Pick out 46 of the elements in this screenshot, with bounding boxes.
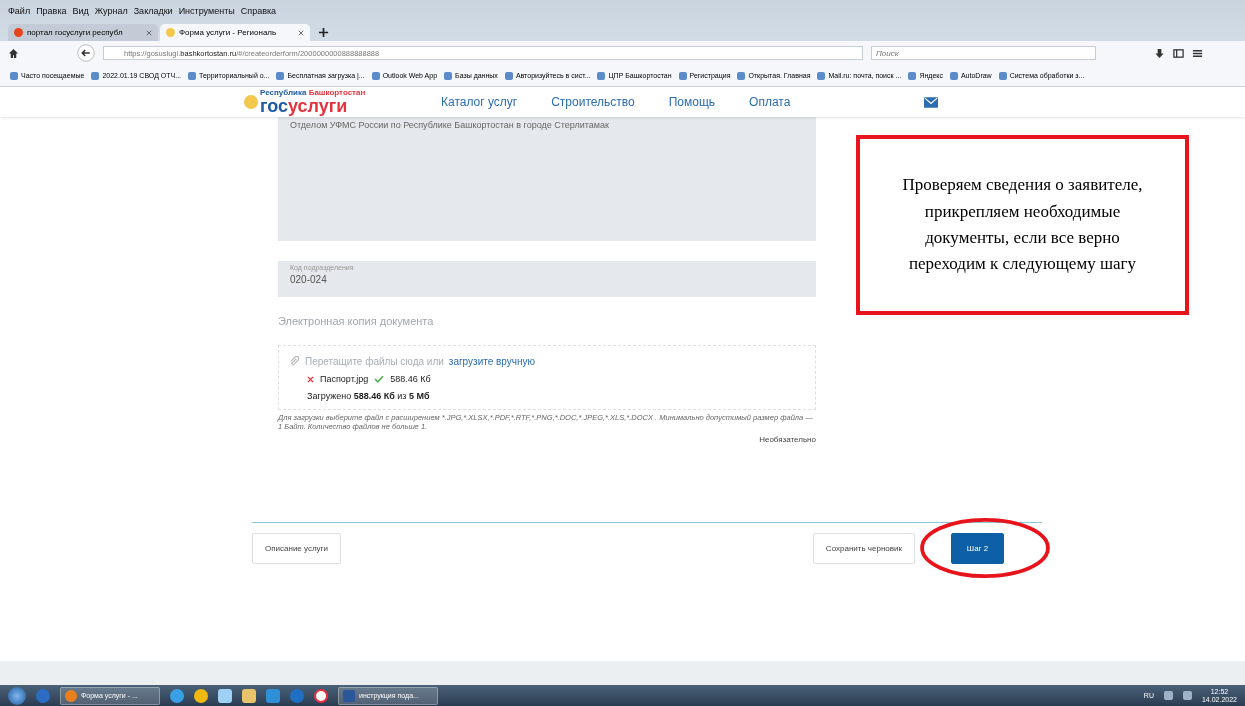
optional-label: Необязательно [758, 435, 816, 445]
menu-item[interactable]: Закладки [133, 5, 173, 16]
section-title: Электронная копия документа [278, 315, 435, 327]
start-button[interactable] [8, 686, 26, 705]
save-draft-button[interactable]: Сохранить черновик [812, 533, 915, 565]
next-step-button[interactable]: Шаг 2 [951, 533, 1004, 565]
nav-link[interactable]: Оплата [749, 95, 791, 109]
taskbar-app-icon[interactable] [314, 688, 328, 703]
service-description-button[interactable]: Описание услуги [252, 533, 341, 565]
menu-item[interactable]: Вид [72, 5, 89, 16]
nav-link[interactable]: Строительство [551, 95, 635, 109]
favicon-icon [14, 28, 23, 37]
sidebar-icon[interactable] [1173, 47, 1184, 59]
taskbar-app-icon[interactable] [194, 688, 208, 703]
upload-link[interactable]: загрузите вручную [448, 356, 536, 367]
menu-item[interactable]: Файл [8, 5, 31, 16]
menu-item[interactable]: Инструменты [178, 5, 235, 16]
folder-icon[interactable] [242, 688, 256, 703]
search-field[interactable]: Поиск [871, 46, 1096, 60]
remove-icon[interactable] [307, 375, 314, 383]
menu-item[interactable]: Журнал [94, 5, 128, 16]
home-icon[interactable] [8, 47, 19, 59]
site-logo[interactable]: Республика Башкортостан госуслуги [244, 89, 441, 115]
new-tab-icon[interactable] [318, 27, 329, 38]
file-name: Паспорт.jpg [320, 374, 369, 384]
download-icon[interactable] [1154, 47, 1165, 59]
annotation-callout: Проверяем сведения о заявителе, прикрепляем необходимые документы, если все верно переходим к следующему шагу [856, 135, 1189, 315]
back-icon[interactable] [77, 44, 95, 62]
envelope-icon[interactable] [924, 96, 939, 108]
favicon-icon [166, 28, 175, 37]
menu-item[interactable]: Справка [240, 5, 277, 16]
taskbar-app-icon[interactable] [218, 688, 232, 703]
nav-link[interactable]: Помощь [668, 95, 716, 109]
close-icon[interactable] [298, 29, 304, 36]
file-size: 588.46 Кб [390, 374, 431, 384]
paperclip-icon [289, 356, 300, 367]
menu-icon[interactable] [1192, 47, 1203, 59]
file-drop-zone[interactable]: Перетащите файлы сюда или загрузите вручную Паспорт.jpg 588.46 Кб Загружено 588.46 Кб из 5 Мб [278, 345, 816, 410]
browser-tab[interactable]: Форма услуги - Региональ [160, 24, 310, 41]
nav-link[interactable]: Каталог услуг [441, 95, 518, 109]
issued-by-field[interactable]: Отделом УФМС России по Республике Башкортостан в городе Стерлитамак [278, 117, 816, 241]
close-icon[interactable] [146, 29, 152, 36]
browser-tab[interactable]: портал госуслуги республ [8, 24, 158, 41]
drop-hint: Перетащите файлы сюда или [305, 356, 444, 367]
menu-item[interactable]: Правка [36, 5, 67, 16]
upload-summary: Загружено 588.46 Кб из 5 Мб [306, 391, 431, 401]
